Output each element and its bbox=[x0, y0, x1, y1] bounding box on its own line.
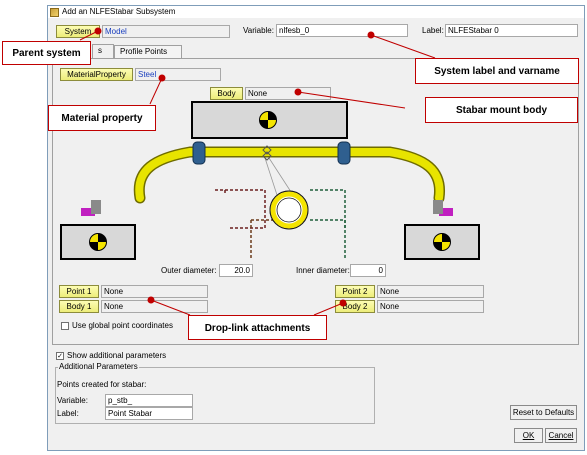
callout-dot-system-label bbox=[367, 31, 375, 39]
callout-material-property: Material property bbox=[48, 105, 156, 131]
callout-droplink: Drop-link attachments bbox=[188, 315, 327, 340]
callout-dot-droplink-left bbox=[147, 296, 155, 304]
callout-dot-material bbox=[158, 74, 166, 82]
callout-system-label: System label and varname bbox=[415, 58, 579, 84]
callout-parent-system: Parent system bbox=[2, 41, 91, 65]
callout-dot-mount bbox=[294, 88, 302, 96]
callout-dot-droplink-right bbox=[339, 299, 347, 307]
callout-dot-parent bbox=[94, 27, 102, 35]
callout-stabar-mount: Stabar mount body bbox=[425, 97, 578, 123]
